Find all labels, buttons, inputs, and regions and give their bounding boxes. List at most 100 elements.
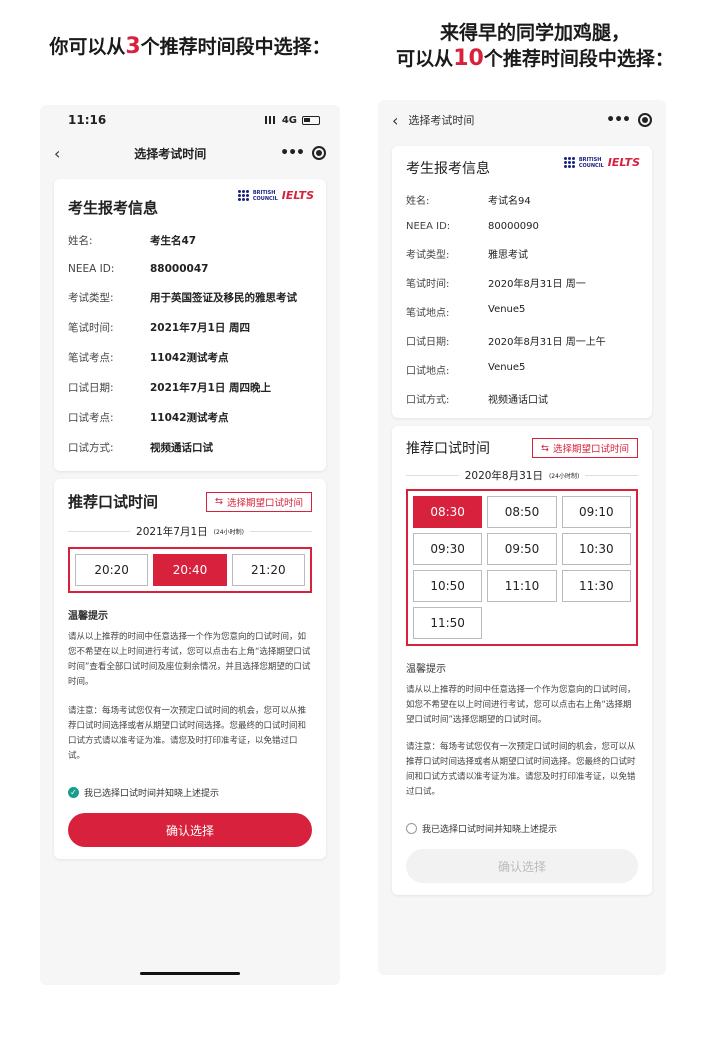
- status-time: 11:16: [68, 113, 107, 127]
- swap-icon: ⇆: [541, 442, 549, 454]
- info-list: 姓名: 考生名47 NEEA ID: 88000047 考试类型: 用于英国签证及移民的雅…: [68, 233, 312, 455]
- time-slot-button[interactable]: 20:20: [75, 554, 149, 586]
- info-row: 口试考点: 11042测试考点: [68, 410, 312, 425]
- close-target-icon[interactable]: [312, 146, 326, 160]
- headline-text: 可以从: [396, 48, 454, 70]
- check-icon[interactable]: ✓: [68, 787, 79, 798]
- time-slot-button[interactable]: 08:30: [413, 496, 483, 528]
- date-note: (24小时制): [548, 473, 580, 480]
- brand-logo: BRITISH COUNCIL IELTS: [237, 189, 314, 202]
- info-key: NEEA ID:: [406, 221, 451, 232]
- time-slot-button[interactable]: 10:50: [413, 570, 483, 602]
- info-key: 笔试时间:: [406, 279, 450, 290]
- info-card: 考生报考信息 BRITISH COUNCIL IELTS 姓名: 考生名47 NEEA…: [54, 179, 326, 471]
- time-slot-button[interactable]: 08:50: [487, 496, 557, 528]
- time-slot-button[interactable]: 21:20: [231, 554, 305, 586]
- agree-checkbox-row[interactable]: 我已选择口试时间并知晓上述提示: [406, 822, 638, 835]
- info-row: 姓名: 考试名94: [406, 192, 638, 207]
- slot-grid: 08:30 08:50 09:10 09:30 09:50 10:30 10:50 11:10…: [406, 489, 638, 646]
- ielts-logo: IELTS: [281, 189, 314, 202]
- recommend-card: 推荐口试时间 ⇆ 选择期望口试时间 2020年8月31日 (24小时制) 08:30…: [392, 426, 652, 895]
- tip-paragraph: 请从以上推荐的时间中任意选择一个作为您意向的口试时间，如您不希望在以上时间进行考…: [68, 632, 311, 687]
- time-slot-button[interactable]: 09:10: [561, 496, 631, 528]
- home-indicator: [140, 972, 240, 975]
- info-value: 视频通话口试: [488, 395, 548, 406]
- agree-label: 我已选择口试时间并知晓上述提示: [84, 789, 220, 799]
- bc-text-line: BRITISH: [578, 156, 602, 163]
- pick-preferred-time-button[interactable]: ⇆ 选择期望口试时间: [206, 491, 312, 512]
- info-value: 2021年7月1日 周四: [150, 322, 250, 334]
- close-target-icon[interactable]: [638, 113, 652, 127]
- time-slot-button[interactable]: 09:30: [413, 533, 483, 565]
- slot-date: 2020年8月31日: [464, 470, 543, 482]
- info-row: 笔试地点: Venue5: [406, 304, 638, 319]
- info-key: NEEA ID:: [68, 263, 115, 275]
- pick-label: 选择期望口试时间: [226, 497, 303, 509]
- more-icon[interactable]: •••: [280, 145, 305, 161]
- agree-checkbox-row[interactable]: ✓ 我已选择口试时间并知晓上述提示: [68, 786, 312, 799]
- agree-label: 我已选择口试时间并知晓上述提示: [422, 825, 558, 835]
- info-value: 11042测试考点: [150, 412, 229, 424]
- info-value: 视频通话口试: [150, 442, 213, 454]
- headline-number: 3: [125, 34, 141, 59]
- british-council-icon: [237, 190, 249, 201]
- confirm-button[interactable]: 确认选择: [406, 849, 638, 883]
- info-row: 口试日期: 2020年8月31日 周一上午: [406, 333, 638, 348]
- bc-text-line: COUNCIL: [578, 162, 604, 169]
- recommend-title: 推荐口试时间: [406, 441, 490, 457]
- info-key: 笔试时间:: [68, 322, 114, 334]
- left-phone-screen: 11:16 4G ‹ 选择考试时间 ••• 考生报考信息 BRITISH COUN…: [40, 105, 340, 985]
- back-icon[interactable]: ‹: [54, 144, 60, 163]
- time-slot-button[interactable]: 20:40: [153, 554, 227, 586]
- info-row: 考试类型: 雅思考试: [406, 246, 638, 261]
- more-icon[interactable]: •••: [606, 112, 631, 128]
- bc-text-line: COUNCIL: [252, 195, 278, 202]
- info-key: 口试考点:: [68, 412, 114, 424]
- headline-line1: 来得早的同学加鸡腿，: [439, 22, 630, 44]
- info-row: 笔试考点: 11042测试考点: [68, 350, 312, 365]
- info-row: 口试日期: 2021年7月1日 周四晚上: [68, 380, 312, 395]
- bc-text-line: BRITISH: [252, 189, 276, 196]
- time-slot-button[interactable]: 10:30: [561, 533, 631, 565]
- date-divider: 2021年7月1日 (24小时制): [68, 524, 312, 539]
- info-row: 考试类型: 用于英国签证及移民的雅思考试: [68, 290, 312, 305]
- info-list: 姓名: 考试名94 NEEA ID: 80000090 考试类型: 雅思考试笔试时间: 20…: [406, 192, 638, 406]
- recommend-card: 推荐口试时间 ⇆ 选择期望口试时间 2021年7月1日 (24小时制) 20:20 2…: [54, 479, 326, 859]
- headline-text: 个推荐时间段中选择：: [483, 48, 674, 70]
- mini-program-capsule: •••: [280, 145, 326, 161]
- time-slot-button[interactable]: 11:10: [487, 570, 557, 602]
- time-slot-button[interactable]: 11:50: [413, 607, 483, 639]
- page-title: 选择考试时间: [134, 146, 207, 161]
- time-slot-button[interactable]: 11:30: [561, 570, 631, 602]
- nav-bar: ‹ 选择考试时间 •••: [40, 135, 340, 171]
- mini-program-capsule: •••: [606, 112, 652, 128]
- headline-text: 个推荐时间段中选择：: [140, 36, 331, 58]
- info-value: 雅思考试: [488, 250, 528, 261]
- right-phone-screen: ‹ 选择考试时间 ••• 考生报考信息 BRITISH COUNCIL IELTS …: [378, 100, 666, 975]
- info-key: 口试方式:: [406, 395, 450, 406]
- info-value: 2020年8月31日 周一: [488, 279, 586, 290]
- slot-grid: 20:20 20:40 21:20: [68, 547, 312, 593]
- radio-icon[interactable]: [406, 823, 417, 834]
- time-slot-button[interactable]: 09:50: [487, 533, 557, 565]
- info-row: 口试方式: 视频通话口试: [68, 440, 312, 455]
- pick-label: 选择期望口试时间: [552, 444, 629, 455]
- confirm-button[interactable]: 确认选择: [68, 813, 312, 847]
- info-key: 口试地点:: [406, 366, 450, 377]
- info-row: NEEA ID: 80000090: [406, 221, 638, 232]
- right-headline: 来得早的同学加鸡腿， 可以从10个推荐时间段中选择：: [370, 20, 700, 72]
- info-row: 笔试时间: 2021年7月1日 周四: [68, 320, 312, 335]
- page-title: 选择考试时间: [408, 114, 475, 127]
- british-council-icon: [563, 157, 575, 168]
- tip-title: 温馨提示: [406, 664, 446, 675]
- signal-icon: [264, 116, 277, 124]
- pick-preferred-time-button[interactable]: ⇆ 选择期望口试时间: [532, 438, 638, 458]
- info-row: 口试地点: Venue5: [406, 362, 638, 377]
- info-value: 88000047: [150, 263, 209, 275]
- back-icon[interactable]: ‹: [392, 111, 398, 130]
- info-key: 口试日期:: [68, 382, 114, 394]
- swap-icon: ⇆: [215, 496, 223, 507]
- ielts-logo: IELTS: [607, 156, 640, 169]
- headline-number: 10: [453, 46, 484, 71]
- tip-paragraph: 请注意：每场考试您仅有一次预定口试时间的机会，您可以从推荐口试时间选择或者从期望…: [406, 742, 636, 797]
